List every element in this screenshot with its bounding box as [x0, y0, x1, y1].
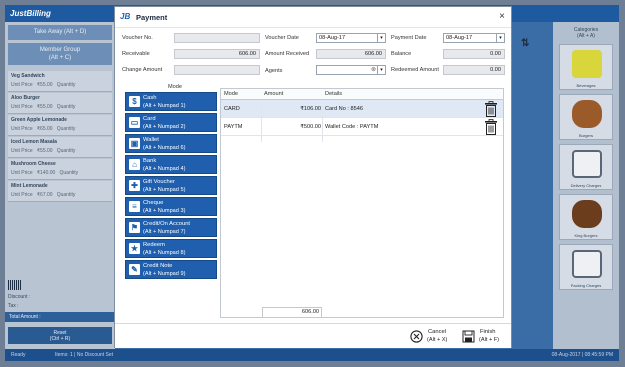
table-row[interactable]: CARD ₹106.00 Card No : 8546	[221, 100, 503, 124]
trash-icon[interactable]	[484, 101, 498, 117]
credit-icon: ⚑	[129, 222, 140, 233]
cancel-icon	[410, 330, 423, 343]
mode-bank-button[interactable]: ⌂ Bank (Alt + Numpad 4)	[125, 155, 217, 174]
credit-note-icon: ✎	[129, 264, 140, 275]
wallet-icon: ▣	[129, 138, 140, 149]
chevron-down-icon[interactable]: ▾	[377, 66, 385, 74]
mode-card-button[interactable]: ▭ Card (Alt + Numpad 2)	[125, 113, 217, 132]
mode-gift-voucher-button[interactable]: ✚ Gift Voucher (Alt + Numpad 5)	[125, 176, 217, 195]
receivable-label: Receivable	[122, 51, 150, 57]
gift-box-image	[572, 150, 602, 178]
chevron-down-icon[interactable]: ▾	[496, 34, 504, 42]
balance-field: 0.00	[443, 49, 505, 59]
finish-button[interactable]: Finish (Alt + F)	[462, 328, 504, 346]
cash-icon: $	[129, 96, 140, 107]
dialog-title: Payment	[136, 13, 168, 22]
dialog-title-bar: JB Payment ×	[115, 7, 511, 28]
payment-lines-table: Mode Amount Details CARD ₹106.00 Card No…	[220, 88, 504, 318]
mode-credit-on-account-button[interactable]: ⚑ Credit/On Account (Alt + Numpad 7)	[125, 218, 217, 237]
order-item[interactable]: Aloo Burger Unit Price ₹55.00 Quantity	[8, 93, 112, 114]
voucher-no-label: Voucher No.	[122, 35, 153, 41]
app-logo: JustBilling	[10, 9, 51, 18]
payment-total-field: 606.00	[262, 307, 322, 318]
trash-icon[interactable]	[484, 119, 498, 135]
categories-header[interactable]: Categories (Alt + A)	[555, 27, 617, 39]
voucher-no-field[interactable]	[174, 33, 260, 43]
mode-header: Mode	[168, 84, 182, 90]
change-amount-field	[174, 65, 260, 75]
payment-date-picker[interactable]: 08-Aug-17 ▾	[443, 33, 505, 43]
mode-wallet-button[interactable]: ▣ Wallet (Alt + Numpad 6)	[125, 134, 217, 153]
cancel-button[interactable]: Cancel (Alt + X)	[410, 328, 452, 346]
balance-label: Balance	[391, 51, 412, 57]
table-header: Mode Amount Details	[221, 89, 503, 100]
packing-box-image	[572, 250, 602, 278]
status-bar: Ready Items: 1 | No Discount Set 08-Aug-…	[5, 349, 619, 361]
discount-label: Discount :	[8, 294, 31, 300]
agents-select[interactable]: ⊗ ▾	[316, 65, 386, 75]
bank-icon: ⌂	[129, 159, 140, 170]
order-item[interactable]: Iced Lemon Masala Unit Price ₹55.00 Quan…	[8, 137, 112, 158]
mode-cash-button[interactable]: $ Cash (Alt + Numpad 1)	[125, 92, 217, 111]
redeem-icon: ★	[129, 243, 140, 254]
chevron-down-icon[interactable]: ▾	[377, 34, 385, 42]
column-header-details: Details	[325, 91, 343, 97]
beverage-image	[572, 50, 602, 78]
barcode-icon	[8, 280, 22, 290]
payment-dialog: JB Payment × Voucher No. Voucher Date 08…	[114, 6, 512, 348]
gift-icon: ✚	[129, 180, 140, 191]
agents-label: Agents	[265, 68, 283, 74]
take-away-button[interactable]: Take Away (Alt + D)	[8, 25, 112, 40]
redeemed-amount-field: 0.00	[443, 65, 505, 75]
member-group-button[interactable]: Member Group (Alt + C)	[8, 43, 112, 65]
voucher-date-picker[interactable]: 08-Aug-17 ▾	[316, 33, 386, 43]
order-item[interactable]: Mushroom Cheese Unit Price ₹140.00 Quant…	[8, 159, 112, 180]
category-tile[interactable]: King Burgers	[559, 194, 613, 240]
save-icon	[462, 330, 475, 343]
amount-received-label: Amount Received	[265, 51, 310, 57]
king-burger-image	[572, 200, 602, 228]
tax-label: Tax :	[8, 303, 19, 309]
card-icon: ▭	[129, 117, 140, 128]
reset-button[interactable]: Reset (Ctrl + R)	[8, 327, 112, 344]
total-amount-label: Total Amount :	[5, 312, 115, 322]
category-tile[interactable]: Beverages	[559, 44, 613, 90]
dialog-footer: Cancel (Alt + X) Finish (Alt + F)	[115, 323, 511, 348]
mode-redeem-button[interactable]: ★ Redeem (Alt + Numpad 8)	[125, 239, 217, 258]
category-tile[interactable]: Burgers	[559, 94, 613, 140]
order-item[interactable]: Green Apple Lemonade Unit Price ₹65.00 Q…	[8, 115, 112, 136]
table-row[interactable]: PAYTM ₹500.00 Wallet Code : PAYTM	[221, 118, 503, 142]
order-item[interactable]: Veg Sandwich Unit Price ₹55.00 Quantity	[8, 71, 112, 92]
sort-arrows-icon[interactable]: ⇅	[521, 38, 529, 49]
column-header-mode: Mode	[224, 91, 238, 97]
category-tile[interactable]: Packing Charges	[559, 244, 613, 290]
voucher-date-label: Voucher Date	[265, 35, 299, 41]
order-item[interactable]: Mint Lemonade Unit Price ₹67.00 Quantity	[8, 181, 112, 202]
change-amount-label: Change Amount	[122, 67, 163, 73]
mode-cheque-button[interactable]: ≡ Cheque (Alt + Numpad 3)	[125, 197, 217, 216]
payment-date-label: Payment Date	[391, 35, 427, 41]
amount-received-field: 606.00	[316, 49, 386, 59]
close-icon[interactable]: ×	[499, 11, 505, 22]
categories-panel: Categories (Alt + A) Beverages Burgers D…	[553, 22, 619, 349]
column-header-amount: Amount	[264, 91, 284, 97]
receivable-field: 606.00	[174, 49, 260, 59]
mode-credit-note-button[interactable]: ✎ Credit Note (Alt + Numpad 9)	[125, 260, 217, 279]
cheque-icon: ≡	[129, 201, 140, 212]
app-logo-icon: JB	[120, 12, 131, 21]
burger-image	[572, 100, 602, 128]
clear-icon[interactable]: ⊗	[371, 66, 376, 74]
order-panel: Take Away (Alt + D) Member Group (Alt + …	[5, 22, 115, 349]
redeemed-amount-label: Redeemed Amount	[391, 67, 439, 73]
category-tile[interactable]: Delivery Charges	[559, 144, 613, 190]
